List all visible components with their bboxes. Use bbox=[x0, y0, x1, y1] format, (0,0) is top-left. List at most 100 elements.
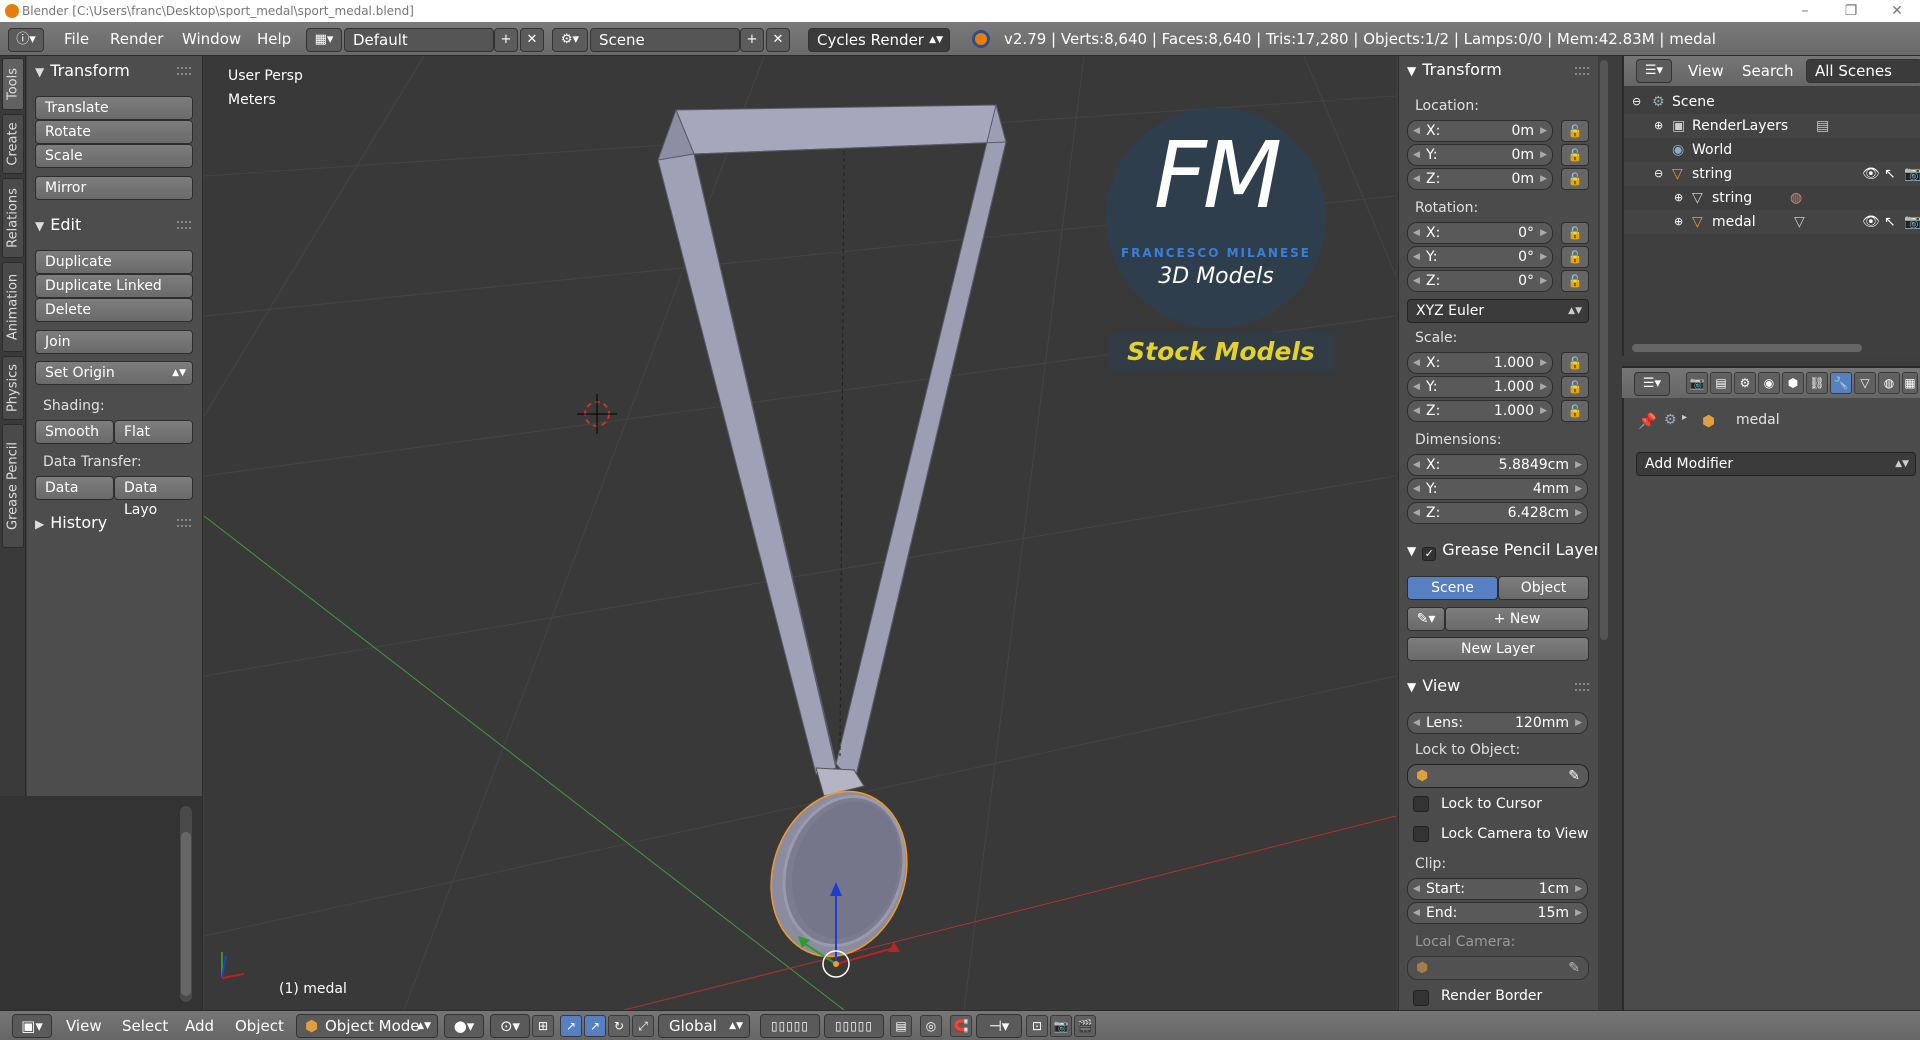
outliner-view-menu[interactable]: View bbox=[1688, 56, 1724, 86]
transform-orientation-dropdown[interactable]: Global ▲▼ bbox=[658, 1014, 750, 1038]
render-layers-tab-icon[interactable]: ▤ bbox=[1710, 372, 1732, 394]
editor-type-3dview-icon[interactable]: ▣▾ bbox=[12, 1014, 52, 1038]
minimize-button[interactable]: – bbox=[1782, 0, 1828, 22]
lock-icon[interactable]: 🔓 bbox=[1561, 352, 1589, 374]
transform-panel-header[interactable]: ▼ Transform bbox=[1407, 60, 1502, 79]
snap-toggle-icon[interactable]: 🧲 bbox=[950, 1015, 972, 1037]
translate-manipulator-icon[interactable]: ↗ bbox=[560, 1015, 582, 1037]
scale-manipulator-icon[interactable]: ⤢ bbox=[632, 1015, 654, 1037]
viewport-shading-icon[interactable]: ●▾ bbox=[444, 1014, 484, 1038]
data-layout-button[interactable]: Data Layo bbox=[114, 476, 193, 518]
scene-layers-row1[interactable]: ▯▯▯▯▯ bbox=[760, 1014, 820, 1038]
duplicate-linked-button[interactable]: Duplicate Linked bbox=[35, 274, 193, 298]
smooth-button[interactable]: Smooth bbox=[35, 420, 114, 444]
lock-to-cursor-checkbox[interactable] bbox=[1413, 796, 1429, 812]
add-scene-icon[interactable]: + bbox=[740, 28, 764, 52]
edit-panel-header[interactable]: ▼ Edit bbox=[35, 214, 81, 236]
outliner-filter-dropdown[interactable]: All Scenes bbox=[1806, 59, 1920, 83]
render-camera-icon[interactable]: 📷 bbox=[1904, 162, 1920, 186]
object-menu[interactable]: Object bbox=[235, 1011, 284, 1040]
panel-grip-icon[interactable] bbox=[177, 67, 191, 75]
manipulator-toggle-icon[interactable]: ⊞ bbox=[532, 1015, 554, 1037]
flat-button[interactable]: Flat bbox=[114, 420, 193, 444]
move-manipulator-icon[interactable]: ↗ bbox=[584, 1015, 606, 1037]
lock-icon[interactable]: 🔓 bbox=[1561, 120, 1589, 142]
pin-icon[interactable]: 📌 bbox=[1638, 412, 1657, 430]
modifiers-wrench-tab-icon[interactable]: 🔧 bbox=[1830, 372, 1852, 394]
texture-tab-icon[interactable]: ▦ bbox=[1902, 372, 1918, 394]
grease-pencil-panel-header[interactable]: ▼ ✓ Grease Pencil Layer bbox=[1407, 540, 1597, 561]
lock-camera-to-view-checkbox[interactable] bbox=[1413, 826, 1429, 842]
maximize-button[interactable]: ❐ bbox=[1828, 0, 1874, 22]
gp-scene-button[interactable]: Scene bbox=[1407, 576, 1498, 600]
lock-layers-icon[interactable]: ▤ bbox=[890, 1015, 912, 1037]
outliner-row-world[interactable]: ◉ World bbox=[1624, 138, 1920, 162]
translate-button[interactable]: Translate bbox=[35, 96, 193, 120]
expand-icon[interactable]: ⊕ bbox=[1674, 210, 1683, 234]
tab-tools[interactable]: Tools bbox=[2, 58, 24, 110]
remove-layout-icon[interactable]: ✕ bbox=[520, 28, 544, 52]
mirror-button[interactable]: Mirror bbox=[35, 176, 193, 200]
mode-dropdown[interactable]: ⬢ Object Mode ▲▼ bbox=[296, 1014, 438, 1038]
lens-field[interactable]: ◀ Lens: 120mm ▶ bbox=[1407, 712, 1588, 734]
properties-scrollbar[interactable] bbox=[1600, 60, 1608, 640]
outliner-row-renderlayers[interactable]: ⊕ ▣ RenderLayers ▤ bbox=[1624, 114, 1920, 138]
add-menu[interactable]: Add bbox=[185, 1011, 214, 1040]
join-button[interactable]: Join bbox=[35, 330, 193, 354]
outliner-row-string-object[interactable]: ⊖ ▽ string 👁 ↖ 📷 bbox=[1624, 162, 1920, 186]
pencil-icon[interactable]: ✎▾ bbox=[1407, 607, 1445, 631]
snap-target-icon[interactable]: ⊡ bbox=[1026, 1015, 1048, 1037]
outliner-row-medal[interactable]: ⊕ ▽ medal ▽ 👁 ↖ 📷 bbox=[1624, 210, 1920, 234]
render-engine-dropdown[interactable]: Cycles Render ▲▼ bbox=[808, 28, 950, 52]
mesh-data-tab-icon[interactable]: ▽ bbox=[1854, 372, 1876, 394]
location-x-field[interactable]: ◀ X: 0m ▶ bbox=[1407, 120, 1553, 142]
gp-new-button[interactable]: + New bbox=[1445, 607, 1589, 631]
rotation-y-field[interactable]: ◀ Y: 0° ▶ bbox=[1407, 246, 1553, 268]
tab-animation[interactable]: Animation bbox=[2, 262, 24, 352]
editor-type-outliner-icon[interactable]: ☰▾ bbox=[1636, 59, 1672, 83]
screen-layout-icon[interactable]: ▦▾ bbox=[306, 28, 342, 52]
lock-object-field[interactable]: ⬢ ✎ bbox=[1407, 764, 1589, 788]
select-menu[interactable]: Select bbox=[122, 1011, 168, 1040]
opengl-animation-icon[interactable]: 🎬 bbox=[1074, 1015, 1096, 1037]
tab-grease-pencil[interactable]: Grease Pencil bbox=[2, 424, 24, 548]
render-camera-icon[interactable]: 📷 bbox=[1904, 210, 1920, 234]
delete-button[interactable]: Delete bbox=[35, 298, 193, 322]
expand-icon[interactable]: ⊕ bbox=[1654, 114, 1663, 138]
scrollbar[interactable] bbox=[180, 806, 192, 1002]
lock-icon[interactable]: 🔓 bbox=[1561, 270, 1589, 292]
lock-icon[interactable]: 🔓 bbox=[1561, 144, 1589, 166]
dimensions-z-field[interactable]: ◀ Z: 6.428cm ▶ bbox=[1407, 502, 1588, 524]
scene-icon[interactable]: ⚙▾ bbox=[552, 28, 588, 52]
scene-layers-row2[interactable]: ▯▯▯▯▯ bbox=[824, 1014, 884, 1038]
constraints-tab-icon[interactable]: ⛓ bbox=[1806, 372, 1828, 394]
proportional-editing-icon[interactable]: ◎ bbox=[920, 1015, 942, 1037]
render-tab-icon[interactable]: 📷 bbox=[1686, 372, 1708, 394]
gp-object-button[interactable]: Object bbox=[1498, 576, 1589, 600]
location-z-field[interactable]: ◀ Z: 0m ▶ bbox=[1407, 168, 1553, 190]
pivot-point-icon[interactable]: ⊙▾ bbox=[490, 1014, 530, 1038]
panel-grip-icon[interactable] bbox=[1575, 67, 1589, 75]
screen-layout-field[interactable]: Default bbox=[344, 28, 494, 52]
data-button[interactable]: Data bbox=[35, 476, 114, 500]
object-tab-icon[interactable]: ⬢ bbox=[1782, 372, 1804, 394]
menu-window[interactable]: Window bbox=[182, 22, 241, 56]
rotate-manipulator-icon[interactable]: ↻ bbox=[608, 1015, 630, 1037]
view-panel-header[interactable]: ▼ View bbox=[1407, 676, 1460, 695]
grease-pencil-checkbox[interactable]: ✓ bbox=[1422, 547, 1437, 561]
panel-grip-icon[interactable] bbox=[177, 221, 191, 229]
select-arrow-icon[interactable]: ↖ bbox=[1884, 210, 1896, 234]
scale-button[interactable]: Scale bbox=[35, 144, 193, 168]
select-arrow-icon[interactable]: ↖ bbox=[1884, 162, 1896, 186]
menu-help[interactable]: Help bbox=[257, 22, 291, 56]
collapse-icon[interactable]: ⊖ bbox=[1654, 162, 1663, 186]
render-border-checkbox[interactable] bbox=[1413, 990, 1429, 1006]
collapse-icon[interactable]: ⊖ bbox=[1632, 90, 1641, 114]
world-tab-icon[interactable]: ◉ bbox=[1758, 372, 1780, 394]
scene-field[interactable]: Scene bbox=[590, 28, 740, 52]
lock-icon[interactable]: 🔓 bbox=[1561, 246, 1589, 268]
menu-file[interactable]: File bbox=[64, 22, 89, 56]
tab-create[interactable]: Create bbox=[2, 114, 24, 174]
gp-new-layer-button[interactable]: New Layer bbox=[1407, 637, 1589, 661]
editor-type-info-icon[interactable]: ⓘ▾ bbox=[8, 28, 44, 52]
